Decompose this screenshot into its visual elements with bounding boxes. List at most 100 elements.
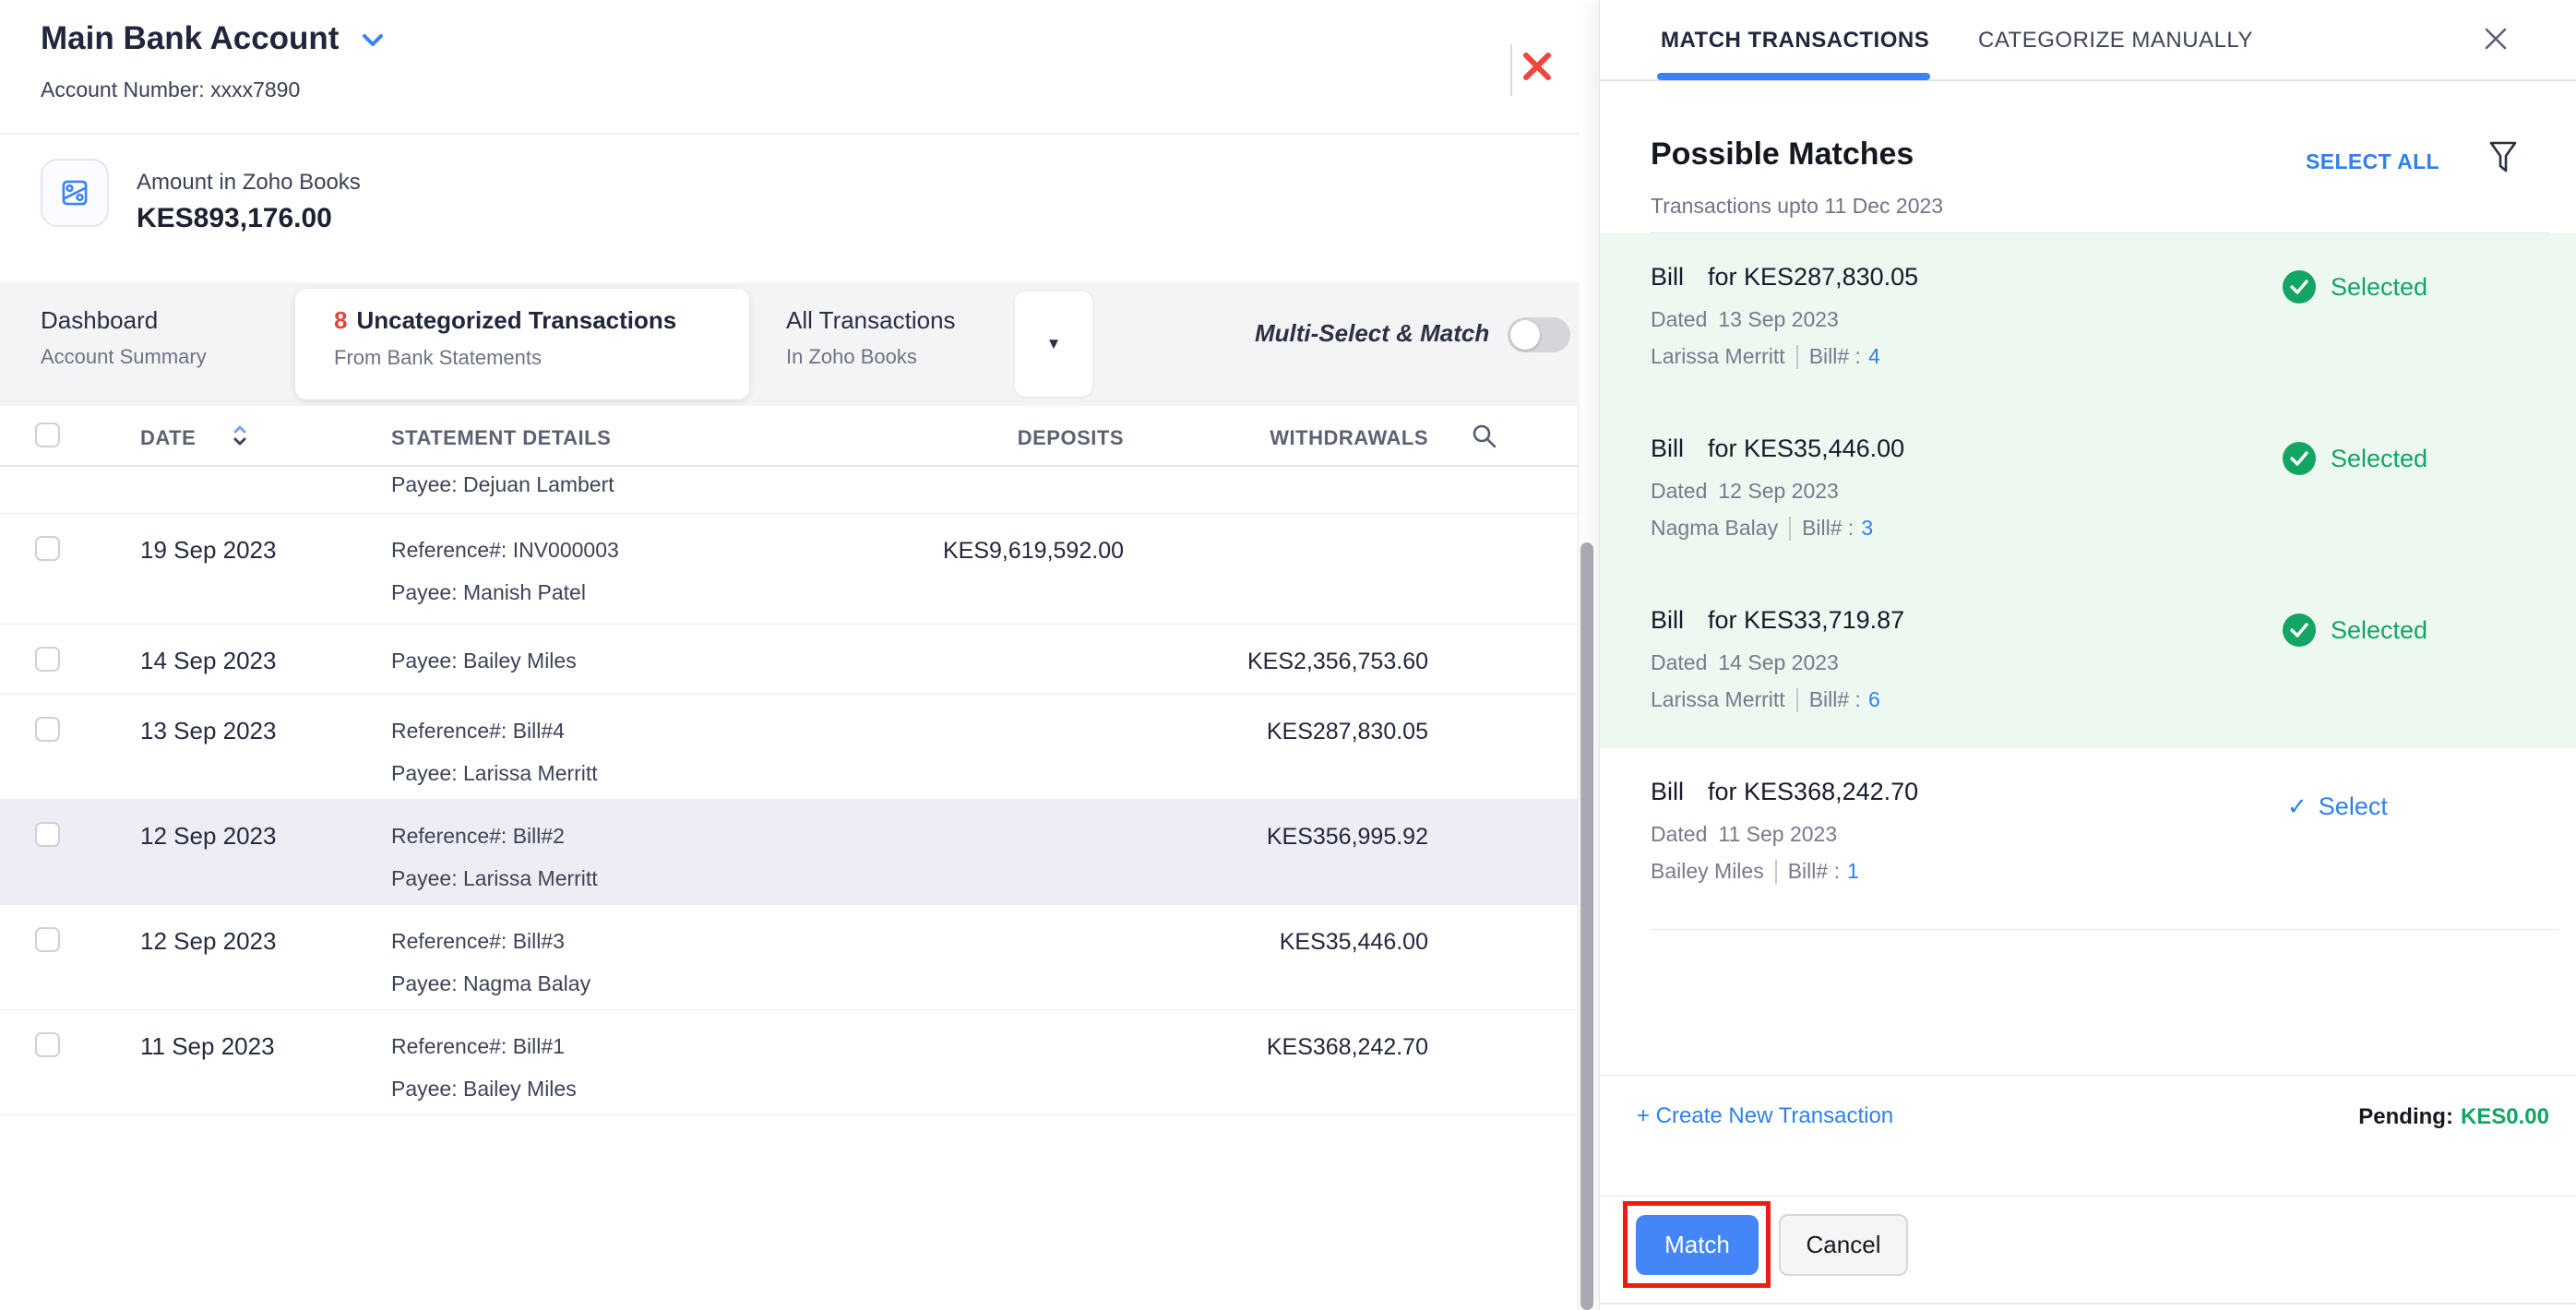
- row-withdrawal-amount: KES368,242.70: [1266, 1034, 1428, 1060]
- row-date: 19 Sep 2023: [140, 536, 277, 564]
- row-payee: Payee: Dejuan Lambert: [391, 472, 614, 496]
- tab-categorize-manually[interactable]: CATEGORIZE MANUALLY: [1978, 28, 2253, 54]
- filter-icon[interactable]: [2487, 140, 2519, 180]
- cancel-button[interactable]: Cancel: [1779, 1214, 1908, 1276]
- column-header-date[interactable]: DATE: [140, 426, 196, 450]
- row-checkbox[interactable]: [35, 536, 60, 561]
- match-dated: Dated 14 Sep 2023: [1651, 650, 1839, 675]
- match-button[interactable]: Match: [1636, 1215, 1759, 1275]
- match-item[interactable]: Bill for KES33,719.87 Dated 14 Sep 2023 Lari…: [1600, 577, 2576, 748]
- match-title: Bill for KES368,242.70: [1651, 778, 1918, 806]
- row-checkbox[interactable]: [35, 927, 60, 952]
- all-transactions-dropdown[interactable]: ▼: [1015, 292, 1092, 397]
- multi-select-toggle[interactable]: [1508, 317, 1570, 352]
- tab-dashboard[interactable]: Dashboard: [41, 306, 158, 335]
- account-chevron-down-icon[interactable]: [362, 33, 384, 53]
- bill-number-link[interactable]: 4: [1868, 344, 1880, 369]
- row-checkbox[interactable]: [35, 717, 60, 742]
- bill-number-link[interactable]: 1: [1847, 859, 1859, 884]
- select-label: Select: [2318, 792, 2388, 820]
- match-amount: for KES33,719.87: [1708, 606, 1905, 634]
- match-payee-line: Larissa Merritt Bill# : 4: [1651, 344, 1880, 369]
- table-row[interactable]: 14 Sep 2023 Payee: Bailey Miles KES2,356,7…: [0, 625, 1578, 695]
- match-item[interactable]: Bill for KES287,830.05 Dated 13 Sep 2023 Lar…: [1600, 233, 2576, 405]
- close-panel-icon[interactable]: [2481, 24, 2514, 57]
- divider: [1600, 1196, 2576, 1197]
- row-reference: Reference#: INV000003: [391, 538, 619, 562]
- match-transactions-panel: MATCH TRANSACTIONS CATEGORIZE MANUALLY P…: [1599, 0, 2576, 1310]
- row-checkbox[interactable]: [35, 647, 60, 672]
- table-row[interactable]: 12 Sep 2023 Reference#: Bill#3 Payee: Nagm…: [0, 905, 1578, 1010]
- dated-label: Dated: [1651, 307, 1708, 331]
- match-dated: Dated 12 Sep 2023: [1651, 479, 1839, 504]
- row-withdrawal-amount: KES356,995.92: [1266, 824, 1428, 850]
- header-divider: [1510, 44, 1512, 96]
- check-circle-icon: [2283, 270, 2316, 304]
- table-row[interactable]: 13 Sep 2023 Reference#: Bill#4 Payee: Lari…: [0, 695, 1578, 800]
- select-action[interactable]: ✓ Select: [2287, 792, 2388, 821]
- table-row-partial[interactable]: Payee: Dejuan Lambert: [0, 467, 1578, 514]
- possible-matches-heading: Possible Matches: [1651, 137, 1914, 172]
- select-all-link[interactable]: SELECT ALL: [2306, 149, 2439, 174]
- divider: [1600, 1075, 2576, 1076]
- caret-down-icon: ▼: [1045, 335, 1062, 352]
- pending-label: Pending:: [2358, 1104, 2453, 1129]
- match-item[interactable]: Bill for KES35,446.00 Dated 12 Sep 2023 Nagm…: [1600, 405, 2576, 577]
- match-type: Bill: [1651, 263, 1685, 291]
- search-icon[interactable]: [1471, 423, 1498, 455]
- match-payee-line: Bailey Miles Bill# : 1: [1651, 859, 1859, 884]
- vertical-scrollbar[interactable]: [1580, 542, 1593, 1310]
- dated-value: 12 Sep 2023: [1718, 479, 1839, 503]
- select-all-checkbox[interactable]: [35, 423, 60, 447]
- dated-value: 14 Sep 2023: [1718, 650, 1839, 674]
- selected-badge[interactable]: Selected: [2283, 613, 2427, 647]
- row-payee: Payee: Bailey Miles: [391, 649, 577, 673]
- amount-in-books-label: Amount in Zoho Books: [137, 170, 361, 195]
- column-header-deposits: DEPOSITS: [1017, 426, 1124, 449]
- bill-number-link[interactable]: 3: [1861, 516, 1873, 541]
- table-right-edge: [1578, 406, 1579, 1310]
- uncategorized-count-badge: 8: [334, 306, 348, 334]
- column-header-details: STATEMENT DETAILS: [391, 426, 612, 449]
- tab-uncategorized-subtitle: From Bank Statements: [334, 346, 542, 369]
- table-row[interactable]: 11 Sep 2023 Reference#: Bill#1 Payee: Bail…: [0, 1010, 1578, 1115]
- selected-badge[interactable]: Selected: [2283, 270, 2427, 304]
- row-reference: Reference#: Bill#3: [391, 929, 565, 953]
- row-payee: Payee: Bailey Miles: [391, 1077, 577, 1101]
- bill-number-label: Bill# :: [1808, 344, 1861, 368]
- toggle-knob: [1510, 320, 1540, 350]
- bill-number-label: Bill# :: [1802, 516, 1854, 540]
- row-payee: Payee: Larissa Merritt: [391, 761, 598, 785]
- page-title: Main Bank Account: [41, 20, 340, 56]
- match-payee-line: Larissa Merritt Bill# : 6: [1651, 687, 1880, 712]
- match-type: Bill: [1651, 435, 1685, 462]
- tab-uncategorized-title: 8 Uncategorized Transactions: [334, 306, 677, 334]
- match-payee-name: Bailey Miles: [1651, 859, 1764, 883]
- check-icon: ✓: [2287, 792, 2308, 820]
- multi-select-match-label: Multi-Select & Match: [1255, 319, 1490, 347]
- match-amount: for KES35,446.00: [1708, 435, 1905, 462]
- tab-all-transactions-subtitle: In Zoho Books: [786, 345, 917, 368]
- row-deposit-amount: KES9,619,592.00: [943, 538, 1124, 564]
- tab-all-transactions[interactable]: All Transactions: [786, 306, 956, 335]
- selected-label: Selected: [2331, 272, 2428, 301]
- selected-badge[interactable]: Selected: [2283, 442, 2427, 475]
- divider: [1795, 344, 1798, 369]
- tab-match-transactions[interactable]: MATCH TRANSACTIONS: [1661, 28, 1929, 54]
- sort-icon[interactable]: [233, 424, 247, 453]
- table-row[interactable]: 19 Sep 2023 Reference#: INV000003 Payee: M…: [0, 514, 1578, 625]
- table-row[interactable]: 12 Sep 2023 Reference#: Bill#2 Payee: Lari…: [0, 800, 1578, 905]
- panel-bottom-edge: [1600, 1303, 2576, 1304]
- row-date: 14 Sep 2023: [140, 647, 277, 674]
- row-checkbox[interactable]: [35, 822, 60, 847]
- selected-label: Selected: [2331, 615, 2428, 644]
- row-checkbox[interactable]: [35, 1032, 60, 1057]
- bank-account-panel: Main Bank Account Account Number: xxxx78…: [0, 0, 1593, 1310]
- tab-uncategorized-transactions[interactable]: 8 Uncategorized Transactions From Bank St…: [295, 289, 749, 399]
- pending-value: KES0.00: [2460, 1104, 2549, 1129]
- match-item[interactable]: Bill for KES368,242.70 Dated 11 Sep 2023 Bai…: [1600, 748, 2576, 930]
- panel-tabs: MATCH TRANSACTIONS CATEGORIZE MANUALLY: [1600, 0, 2576, 81]
- close-account-view-icon[interactable]: [1517, 46, 1565, 94]
- dated-label: Dated: [1651, 650, 1708, 674]
- bill-number-link[interactable]: 6: [1868, 687, 1880, 712]
